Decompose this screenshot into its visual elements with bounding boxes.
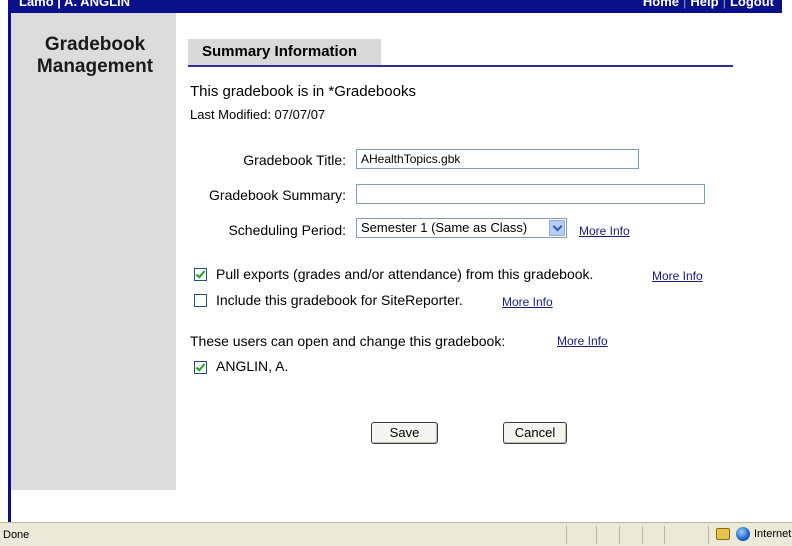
scheduling-period-select[interactable]: Semester 1 (Same as Class) <box>356 218 567 238</box>
browser-status-bar: Done Internet <box>0 522 792 546</box>
security-lock-icon <box>716 528 730 540</box>
cancel-button[interactable]: Cancel <box>503 422 567 444</box>
internet-zone-icon <box>736 527 750 541</box>
summary-information-tab: Summary Information <box>188 39 381 65</box>
gradebook-summary-label: Gradebook Summary: <box>209 187 346 203</box>
current-user-label: Lamo | A. ANGLIN <box>19 0 131 9</box>
site-reporter-more-info-link[interactable]: More Info <box>502 295 553 309</box>
gradebook-location-text: This gradebook is in *Gradebooks <box>190 83 416 100</box>
sidebar-title: Gradebook Management <box>36 34 154 77</box>
last-modified-text: Last Modified: 07/07/07 <box>190 107 326 122</box>
left-frame <box>0 0 11 522</box>
scheduling-period-label: Scheduling Period: <box>228 222 346 238</box>
user-anglin-label: ANGLIN, A. <box>216 358 289 374</box>
gradebook-title-input[interactable]: AHealthTopics.gbk <box>356 149 639 169</box>
gradebook-title-label: Gradebook Title: <box>243 152 346 168</box>
zone-label: Internet <box>754 528 792 540</box>
section-divider <box>188 65 733 67</box>
right-margin <box>782 0 792 522</box>
sidebar: Gradebook Management <box>11 13 176 490</box>
logout-link[interactable]: Logout <box>730 0 774 9</box>
site-reporter-checkbox[interactable] <box>194 294 207 307</box>
top-navigation-bar: Lamo | A. ANGLIN Home | Help | Logout <box>11 0 782 13</box>
users-heading: These users can open and change this gra… <box>190 333 506 349</box>
save-button[interactable]: Save <box>371 422 438 444</box>
page-footer <box>11 490 782 522</box>
site-reporter-label: Include this gradebook for SiteReporter. <box>216 292 463 308</box>
scheduling-more-info-link[interactable]: More Info <box>579 224 630 238</box>
pull-exports-checkbox[interactable] <box>194 268 207 281</box>
pull-exports-more-info-link[interactable]: More Info <box>652 269 703 283</box>
top-links: Home | Help | Logout <box>643 0 774 9</box>
chevron-down-icon[interactable] <box>549 220 565 236</box>
home-link[interactable]: Home <box>643 0 679 9</box>
scheduling-period-value: Semester 1 (Same as Class) <box>361 220 528 235</box>
users-more-info-link[interactable]: More Info <box>557 334 608 348</box>
pull-exports-label: Pull exports (grades and/or attendance) … <box>216 266 594 282</box>
help-link[interactable]: Help <box>690 0 718 9</box>
status-text: Done <box>3 529 30 541</box>
gradebook-summary-input[interactable] <box>356 184 705 204</box>
user-anglin-checkbox[interactable] <box>194 361 207 374</box>
